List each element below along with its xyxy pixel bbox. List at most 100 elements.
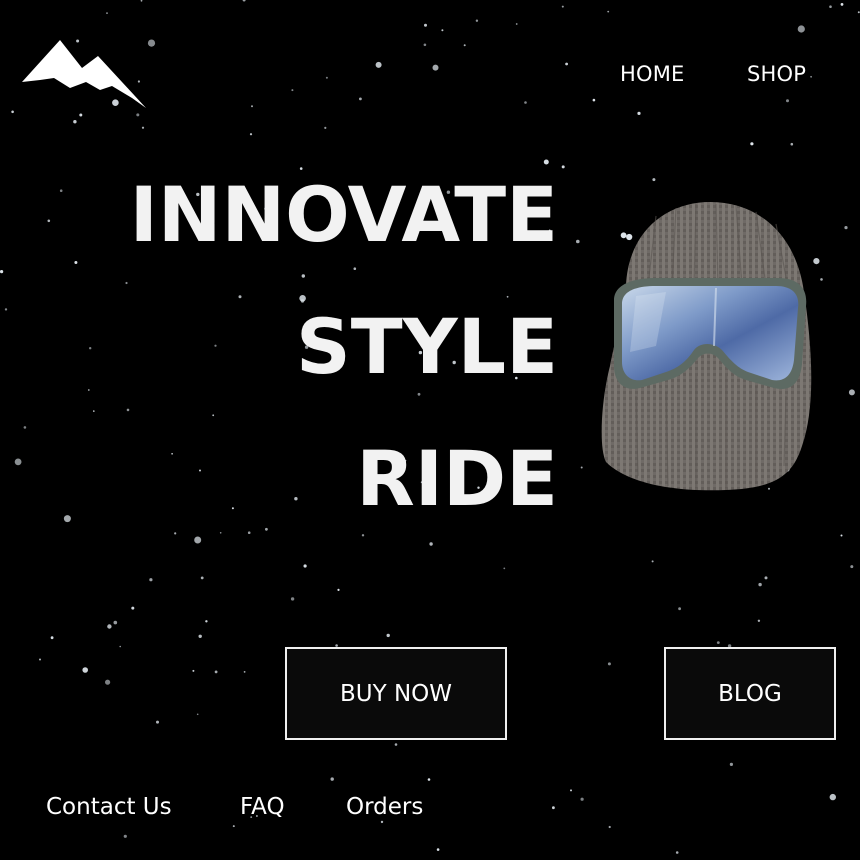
snowflake: [580, 797, 584, 801]
snowflake: [50, 636, 54, 640]
snowflake: [147, 39, 156, 47]
snowflake: [429, 542, 433, 546]
snowflake: [87, 389, 90, 391]
snowflake: [848, 389, 855, 396]
snowflake: [607, 10, 610, 13]
snowflake: [652, 178, 656, 182]
snowflake: [608, 825, 611, 829]
snowflake: [829, 5, 832, 8]
snowflake: [82, 667, 88, 673]
snowflake: [205, 620, 208, 623]
snowflake: [123, 834, 127, 838]
mountain-logo-icon[interactable]: [20, 38, 148, 110]
snowflake: [243, 671, 246, 673]
balaclava-goggles-icon: [601, 202, 812, 491]
snowflake: [238, 295, 242, 299]
snowflake: [141, 126, 145, 129]
snowflake: [265, 527, 268, 531]
snowflake: [790, 142, 794, 146]
snowflake: [106, 12, 108, 14]
snowflake: [463, 44, 466, 47]
snowflake: [14, 458, 22, 466]
snowflake: [552, 806, 555, 810]
snowflake: [126, 408, 130, 412]
snowflake: [580, 466, 583, 469]
snowflake: [294, 497, 298, 501]
snowflake: [196, 713, 199, 716]
snowflake: [47, 219, 51, 223]
snowflake: [149, 578, 153, 582]
snowflake: [637, 111, 641, 115]
snowflake: [820, 278, 823, 281]
snowflake: [757, 619, 761, 622]
snowflake: [59, 189, 63, 192]
snowflake: [0, 270, 4, 274]
buy-now-button[interactable]: BUY NOW: [285, 647, 507, 740]
snowflake: [475, 19, 479, 22]
snowflake: [840, 534, 843, 537]
snowflake: [4, 308, 8, 311]
snowflake: [105, 679, 111, 685]
snowflake: [214, 344, 217, 347]
snowflake: [524, 101, 527, 104]
snowflake: [303, 564, 307, 568]
snowflake: [39, 658, 41, 661]
snowflake: [353, 267, 357, 271]
snowflake: [576, 239, 580, 244]
snowflake: [330, 777, 334, 781]
snowflake: [394, 743, 398, 746]
snowflake: [194, 536, 202, 544]
snowflake: [299, 295, 306, 302]
snowflake: [251, 105, 253, 108]
snowflake: [131, 606, 135, 610]
snowflake: [417, 392, 421, 396]
snowflake: [113, 620, 118, 625]
snowflake: [242, 0, 246, 2]
snowflake: [231, 507, 234, 510]
snowflake: [290, 597, 295, 601]
snowflake: [829, 793, 836, 801]
snowflake: [337, 588, 340, 592]
snowflake: [716, 641, 720, 644]
snowflake: [199, 469, 201, 472]
snowflake: [192, 669, 195, 672]
footer-faq-link[interactable]: FAQ: [240, 794, 285, 820]
snowflake: [764, 576, 768, 580]
snowflake: [136, 113, 140, 117]
snowflake: [810, 75, 812, 78]
snowflake: [212, 414, 215, 417]
snowflake: [232, 825, 235, 828]
snowflake: [424, 23, 427, 27]
snowflake: [325, 76, 328, 79]
snowflake: [11, 110, 14, 114]
snowflake: [840, 3, 844, 6]
footer-orders-link[interactable]: Orders: [346, 794, 423, 820]
snowflake: [729, 762, 734, 767]
snowflake: [675, 851, 679, 854]
snowflake: [427, 778, 431, 781]
snowflake: [506, 295, 509, 298]
snowflake: [140, 0, 143, 2]
snowflake: [249, 133, 253, 136]
snowflake: [125, 281, 128, 285]
snowflake: [797, 25, 805, 33]
snowflake: [198, 634, 202, 638]
snowflake: [561, 165, 565, 169]
snowflake: [324, 126, 327, 129]
snowflake: [214, 670, 218, 674]
snowflake: [423, 43, 427, 47]
nav-shop-link[interactable]: SHOP: [747, 62, 806, 86]
snowflake: [291, 89, 294, 92]
snowflake: [844, 226, 848, 230]
snowflake: [441, 29, 444, 32]
snowflake: [503, 567, 506, 570]
nav-home-link[interactable]: HOME: [620, 62, 685, 86]
snowflake: [850, 565, 854, 569]
blog-button[interactable]: BLOG: [664, 647, 836, 740]
snowflake: [758, 582, 762, 587]
footer-contact-link[interactable]: Contact Us: [46, 794, 172, 820]
snowflake: [89, 347, 92, 350]
snowflake: [107, 624, 112, 629]
snowflake: [247, 531, 251, 534]
snowflake: [301, 274, 305, 278]
